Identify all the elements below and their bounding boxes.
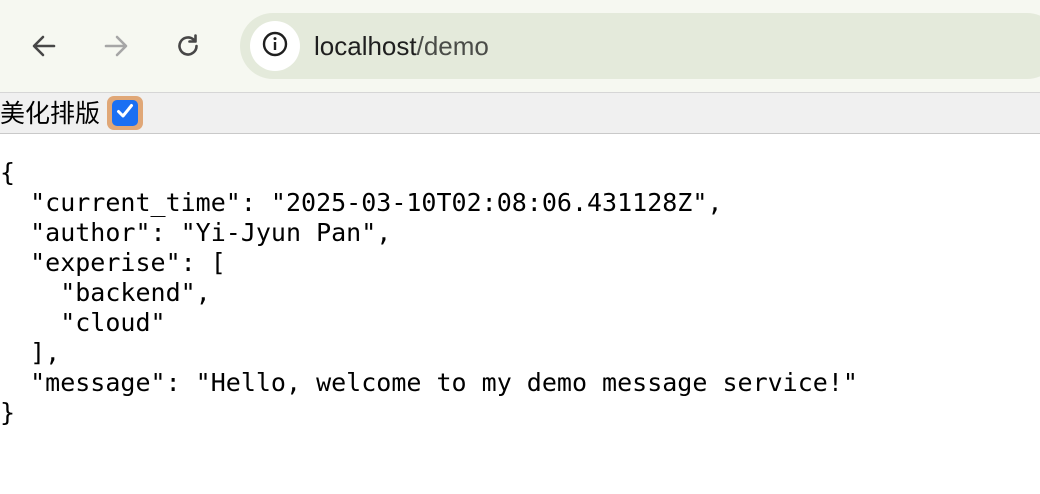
- prettify-label: 美化排版: [0, 99, 101, 128]
- prettify-checkbox[interactable]: [112, 100, 138, 126]
- options-bar: 美化排版: [0, 92, 1040, 134]
- forward-button[interactable]: [92, 22, 140, 70]
- json-line-current-time: "current_time": "2025-03-10T02:08:06.431…: [0, 188, 723, 217]
- browser-toolbar: localhost/demo: [0, 0, 1040, 92]
- address-bar[interactable]: localhost/demo: [240, 13, 1040, 79]
- json-line-experise-close: ],: [0, 338, 61, 367]
- json-line-experise-item: "backend",: [0, 278, 211, 307]
- reload-button[interactable]: [164, 22, 212, 70]
- site-info-button[interactable]: [250, 21, 300, 71]
- json-line-message: "message": "Hello, welcome to my demo me…: [0, 368, 858, 397]
- url-path: /demo: [416, 31, 489, 61]
- json-line-experise-item: "cloud": [0, 308, 166, 337]
- back-button[interactable]: [20, 22, 68, 70]
- checkmark-icon: [115, 101, 135, 126]
- info-icon: [261, 30, 289, 63]
- arrow-right-icon: [102, 32, 130, 60]
- url-text[interactable]: localhost/demo: [314, 13, 489, 79]
- json-line-author: "author": "Yi-Jyun Pan",: [0, 218, 392, 247]
- prettify-checkbox-focus-ring: [107, 96, 143, 130]
- json-line-experise-open: "experise": [: [0, 248, 226, 277]
- json-close-brace: }: [0, 398, 16, 427]
- url-host: localhost: [314, 31, 417, 61]
- json-output: { "current_time": "2025-03-10T02:08:06.4…: [0, 158, 858, 428]
- reload-icon: [174, 32, 202, 60]
- arrow-left-icon: [30, 32, 58, 60]
- json-open-brace: {: [0, 158, 16, 187]
